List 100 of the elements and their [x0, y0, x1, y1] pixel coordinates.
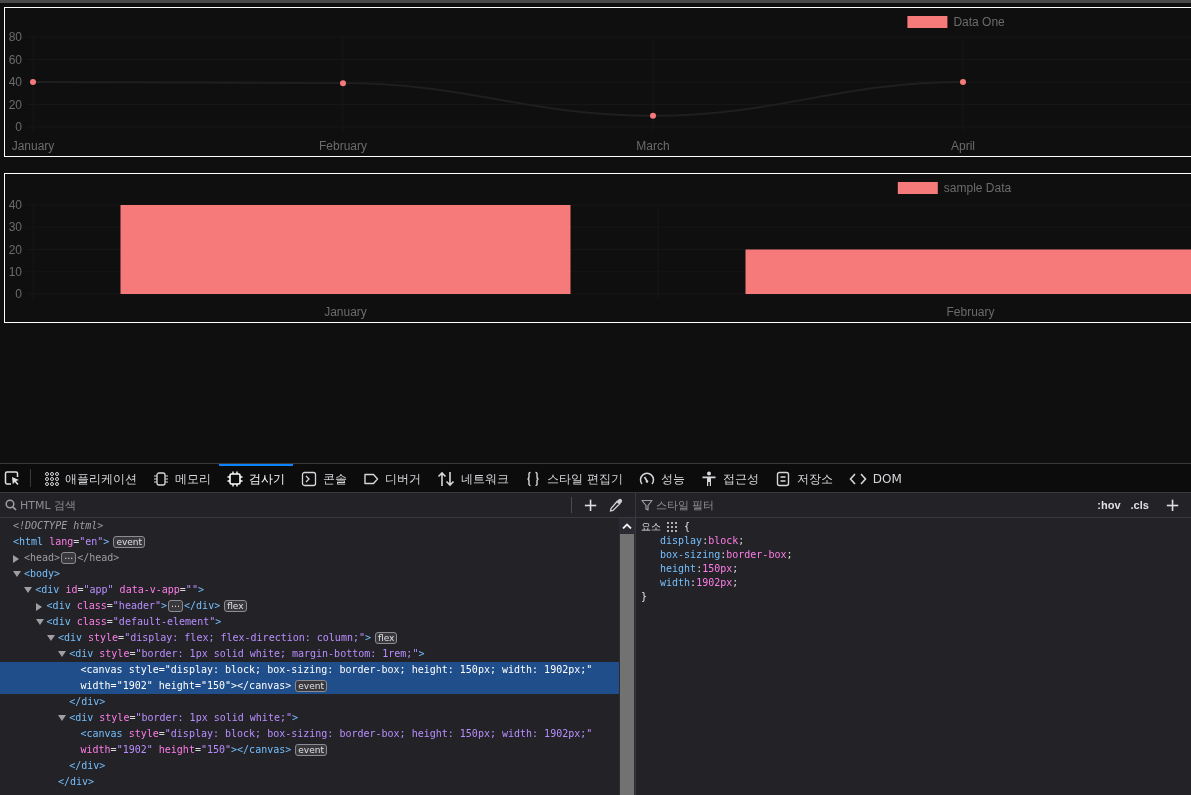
- markup-text: </head>: [77, 551, 120, 565]
- collapsed-triangle-icon[interactable]: [35, 603, 42, 611]
- rule-selector: 요소: [641, 520, 661, 534]
- tag-badge[interactable]: event: [295, 744, 327, 756]
- axis-tick-label: 40: [8, 75, 22, 89]
- pseudo-class-toggle[interactable]: .cls: [1125, 499, 1154, 511]
- code-brackets-icon: [848, 471, 867, 487]
- tree-row[interactable]: <div style="display: flex; flex-direction: column;"> flex: [0, 630, 619, 646]
- grid-dots-icon: [45, 472, 59, 486]
- storage-icon: [774, 471, 791, 487]
- data-point: [340, 80, 346, 87]
- markup-text: <div style="border: 1px solid white;">: [69, 711, 298, 725]
- collapsed-triangle-icon[interactable]: [13, 555, 19, 563]
- tree-row[interactable]: <html lang="en"> event: [0, 534, 619, 550]
- markup-text: <div class="default-element">: [46, 615, 222, 629]
- markup-text: <canvas style="display: block; box-sizing: border-box; height: 150px; width: 1902px;": [80, 663, 593, 677]
- axis-category-label: January: [11, 139, 55, 153]
- css-declaration[interactable]: display:block;: [641, 534, 745, 548]
- gauge-icon: [638, 471, 655, 487]
- css-declaration[interactable]: box-sizing:border-box;: [641, 548, 793, 562]
- tree-row[interactable]: <canvas style="display: block; box-sizing: border-box; height: 150px; width: 1902px;" width="1902" height="150"></canvas> event: [0, 726, 619, 758]
- legend-swatch[interactable]: [907, 16, 948, 28]
- legend-label[interactable]: sample Data: [943, 181, 1012, 195]
- tree-row[interactable]: <body>: [0, 566, 619, 582]
- html-search-field[interactable]: HTML 검색: [20, 498, 571, 512]
- devtools-tab[interactable]: 디버거: [355, 464, 429, 492]
- tag-badge[interactable]: event: [295, 680, 327, 692]
- axis-tick-label: 0: [15, 287, 22, 301]
- axis-category-label: February: [946, 305, 995, 319]
- markup-text: <head>: [24, 551, 61, 565]
- axis-tick-label: 0: [15, 120, 22, 134]
- devtools-tab[interactable]: 성능: [630, 464, 693, 492]
- collapsed-content-button[interactable]: ⋯: [61, 552, 77, 564]
- pseudo-class-toggle[interactable]: :hov: [1092, 499, 1126, 511]
- tree-row[interactable]: <div style="border: 1px solid white;">: [0, 710, 619, 726]
- legend-label[interactable]: Data One: [953, 15, 1005, 29]
- devtools-tab[interactable]: 저장소: [766, 464, 841, 492]
- add-node-button[interactable]: +: [577, 496, 603, 514]
- axis-category-label: February: [319, 139, 367, 153]
- expanded-triangle-icon[interactable]: [58, 651, 67, 657]
- markup-text: <div id="app" data-v-app="">: [35, 583, 204, 597]
- tree-row[interactable]: <div style="border: 1px solid white; margin-bottom: 1rem;">: [0, 646, 619, 662]
- markup-text: </div>: [57, 775, 94, 789]
- tree-row[interactable]: <div id="app" data-v-app="">: [0, 582, 619, 598]
- markup-text: </div>: [184, 599, 221, 613]
- axis-tick-label: 20: [8, 97, 22, 112]
- style-filter-field[interactable]: 스타일 필터: [656, 498, 1093, 512]
- expanded-triangle-icon[interactable]: [58, 715, 67, 721]
- markup-text: width="1902" height="150"></canvas>: [80, 743, 292, 757]
- tree-row[interactable]: <div class="header"> ⋯ </div> flex: [0, 598, 619, 614]
- curly-braces-icon: [525, 471, 541, 487]
- markup-text: <html lang="en">: [13, 535, 110, 549]
- legend-swatch[interactable]: [897, 182, 938, 194]
- axis-category-label: March: [636, 139, 670, 153]
- up-down-arrows-icon: [437, 471, 455, 487]
- rule-brace: }: [641, 590, 648, 604]
- axis-tick-label: 40: [8, 198, 22, 212]
- markup-text: </div>: [69, 759, 106, 773]
- devtools-tab[interactable]: 네트워크: [429, 464, 517, 492]
- devtools-tab[interactable]: DOM: [840, 464, 910, 492]
- markup-text: width="1902" height="150"></canvas>: [80, 679, 292, 693]
- filter-icon: [641, 499, 653, 511]
- axis-tick-label: 80: [8, 30, 22, 44]
- tag-badge[interactable]: flex: [224, 600, 247, 612]
- devtools-tab[interactable]: 접근성: [692, 464, 767, 492]
- axis-category-label: April: [951, 139, 975, 153]
- expanded-triangle-icon[interactable]: [35, 619, 44, 625]
- axis-category-label: January: [324, 305, 367, 319]
- rule-brace: {: [684, 520, 691, 534]
- data-point: [650, 112, 656, 119]
- memory-chip-icon: [153, 471, 169, 487]
- expanded-triangle-icon[interactable]: [24, 587, 33, 593]
- markup-text: <body>: [24, 567, 61, 581]
- tag-badge[interactable]: flex: [375, 632, 398, 644]
- markup-text: </div>: [69, 695, 106, 709]
- tree-row[interactable]: <div class="default-element">: [0, 614, 619, 630]
- devtools-tab[interactable]: 콘솔: [293, 464, 355, 492]
- devtools-tab[interactable]: 스타일 편집기: [517, 464, 631, 492]
- collapsed-content-button[interactable]: ⋯: [168, 600, 184, 612]
- dotted-square-icon[interactable]: [667, 521, 678, 533]
- css-declaration[interactable]: height:150px;: [641, 562, 739, 576]
- markup-text: <canvas style="display: block; box-sizing: border-box; height: 150px; width: 1902px;": [80, 727, 593, 741]
- devtools-tab[interactable]: 메모리: [145, 464, 219, 492]
- scrollbar[interactable]: [619, 518, 635, 795]
- tag-badge[interactable]: event: [113, 536, 145, 548]
- axis-tick-label: 60: [8, 52, 22, 67]
- tree-row[interactable]: <canvas style="display: block; box-sizing: border-box; height: 150px; width: 1902px;" width="1902" height="150"></canvas> event: [0, 662, 619, 694]
- devtools-tab[interactable]: 애플리케이션: [37, 464, 145, 492]
- tag-shape-icon: [363, 471, 379, 487]
- tree-row[interactable]: <head> ⋯ </head>: [0, 550, 619, 566]
- expanded-triangle-icon[interactable]: [13, 571, 21, 577]
- person-icon: [700, 471, 717, 487]
- tree-row[interactable]: <!DOCTYPE html>: [0, 518, 619, 534]
- data-point: [960, 79, 966, 85]
- add-rule-button[interactable]: +: [1159, 496, 1185, 514]
- devtools-tab[interactable]: 검사기: [219, 464, 293, 492]
- scrollbar-thumb[interactable]: [620, 534, 634, 795]
- expanded-triangle-icon[interactable]: [46, 635, 55, 641]
- css-declaration[interactable]: width:1902px;: [641, 576, 739, 590]
- markup-text: <div class="header">: [46, 599, 168, 613]
